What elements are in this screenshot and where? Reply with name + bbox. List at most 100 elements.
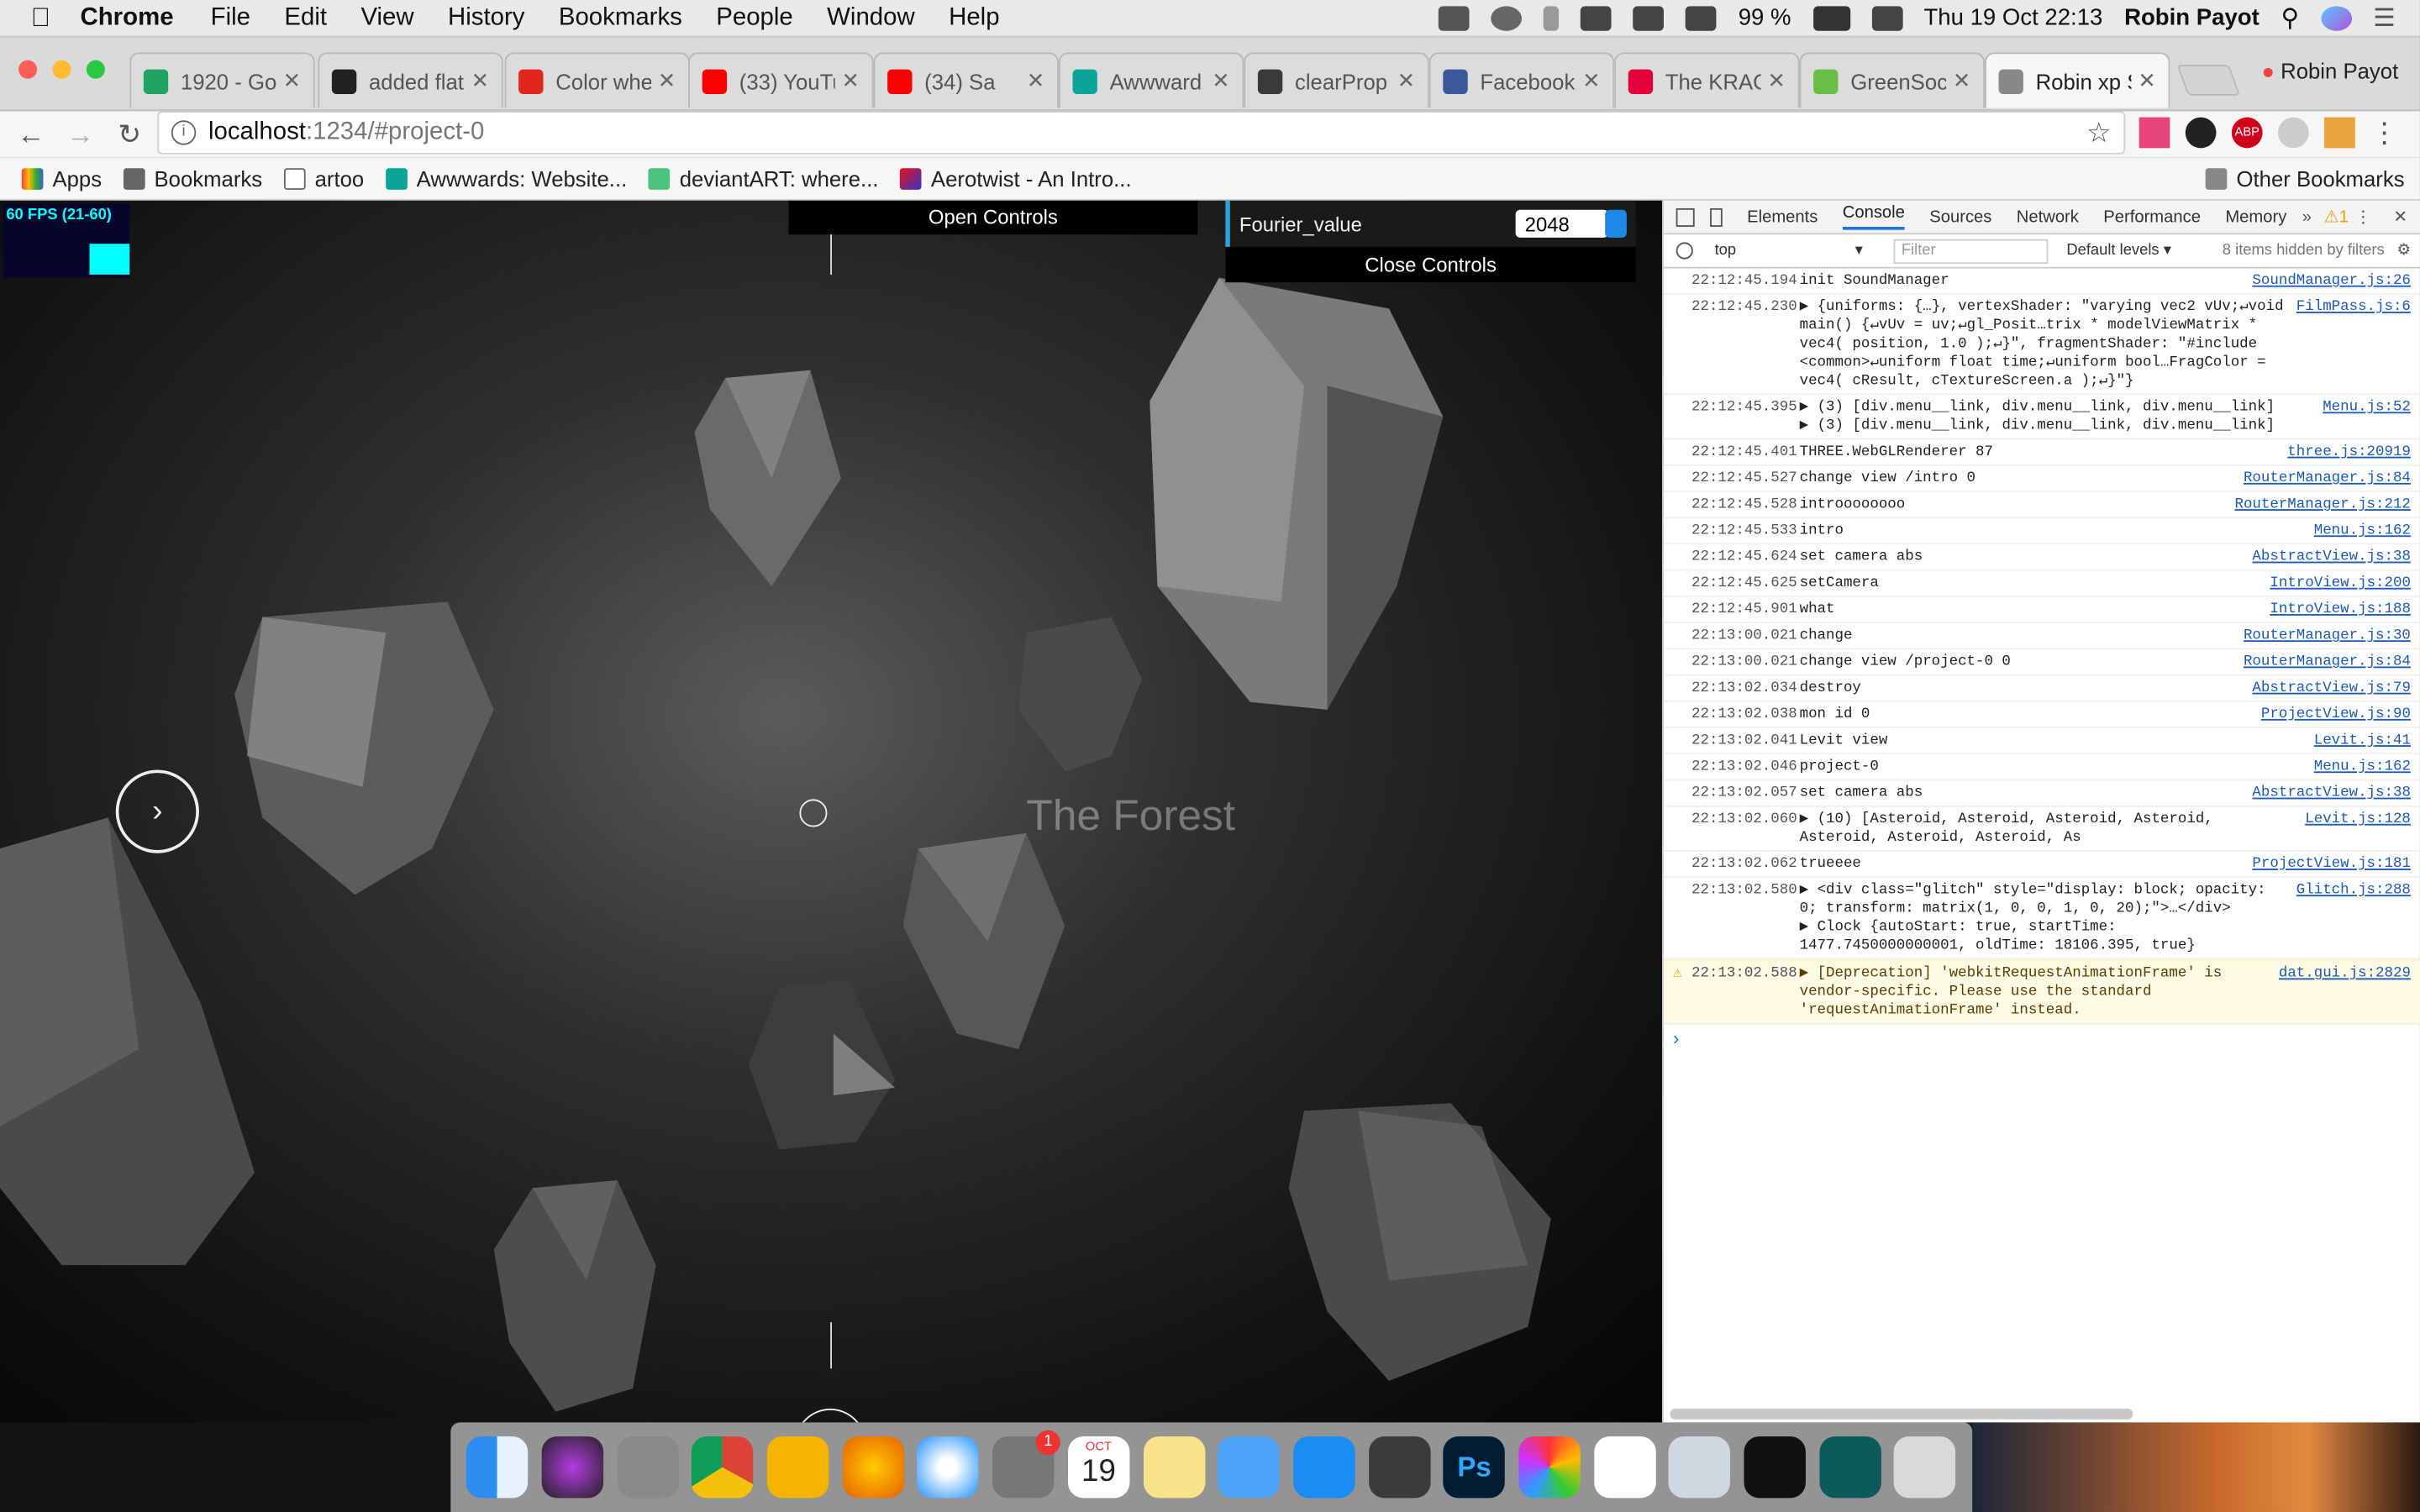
close-tab-icon[interactable]: ✕ [1768, 68, 1786, 94]
fps-stats-panel[interactable]: 60 FPS (21-60) [3, 203, 130, 278]
prev-project-button[interactable]: › [115, 769, 199, 853]
tab-network[interactable]: Network [2017, 207, 2079, 226]
bookmark-aerotwist[interactable]: Aerotwist - An Intro... [900, 165, 1132, 191]
extension-4-icon[interactable] [2324, 117, 2355, 149]
menubar-datetime[interactable]: Thu 19 Oct 22:13 [1923, 5, 2102, 31]
bookmark-artoo[interactable]: artoo [283, 165, 364, 191]
close-tab-icon[interactable]: ✕ [841, 68, 860, 94]
close-devtools-icon[interactable]: ✕ [2393, 207, 2407, 227]
battery-icon[interactable] [1812, 5, 1850, 30]
wifi-icon[interactable] [1581, 5, 1612, 30]
apple-icon[interactable]:  [31, 3, 59, 32]
close-tab-icon[interactable]: ✕ [2138, 68, 2156, 94]
log-source-link[interactable]: SoundManager.js:26 [2252, 271, 2410, 290]
menu-help[interactable]: Help [949, 4, 999, 32]
finder-icon[interactable] [466, 1436, 529, 1499]
system-preferences-icon[interactable]: 1 [992, 1430, 1061, 1499]
log-source-link[interactable]: Menu.js:162 [2314, 758, 2411, 776]
close-window-button[interactable] [18, 60, 38, 79]
trash-icon[interactable] [1894, 1436, 1956, 1499]
log-source-link[interactable]: RouterManager.js:30 [2244, 627, 2411, 645]
preview-icon[interactable] [1669, 1436, 1731, 1499]
close-controls-button[interactable]: Close Controls [1225, 246, 1636, 283]
menu-view[interactable]: View [360, 4, 413, 32]
console-log-line[interactable]: 22:13:02.060 ▶ (10) [Asteroid, Asteroid, … [1663, 807, 2420, 852]
notes-icon[interactable] [1143, 1436, 1205, 1499]
log-source-link[interactable]: RouterManager.js:84 [2244, 653, 2411, 671]
tab-sources[interactable]: Sources [1929, 207, 1991, 226]
siri-menu-icon[interactable] [2320, 5, 2352, 30]
notification-center-icon[interactable]: ☰ [2373, 3, 2395, 34]
console-log-line[interactable]: 22:13:02.041 Levit view Levit.js:41 [1663, 728, 2420, 755]
bookmark-deviantart[interactable]: deviantART: where... [648, 165, 878, 191]
console-log-line[interactable]: 22:12:45.527 change view /intro 0 RouterMa… [1663, 466, 2420, 492]
time-machine-icon[interactable] [1491, 5, 1523, 30]
console-log-line[interactable]: 22:13:02.034 destroy AbstractView.js:79 [1663, 675, 2420, 702]
log-source-link[interactable]: three.js:20919 [2287, 443, 2411, 461]
bluetooth-icon[interactable] [1544, 5, 1560, 30]
clear-console-icon[interactable] [1676, 242, 1693, 260]
back-icon[interactable]: ← [13, 118, 50, 151]
log-source-link[interactable]: dat.gui.js:2829 [2279, 964, 2411, 1020]
log-source-link[interactable]: RouterManager.js:84 [2244, 469, 2411, 487]
menu-file[interactable]: File [211, 4, 250, 32]
close-tab-icon[interactable]: ✕ [1397, 68, 1416, 94]
log-source-link[interactable]: RouterManager.js:212 [2234, 496, 2410, 514]
browser-tab[interactable]: 1920 - Go ✕ [129, 52, 315, 108]
close-tab-icon[interactable]: ✕ [283, 68, 302, 94]
menubar-user[interactable]: Robin Payot [2124, 5, 2260, 31]
airplay-icon[interactable] [1633, 5, 1665, 30]
inspect-element-icon[interactable] [1676, 207, 1695, 227]
terminal-icon[interactable] [1744, 1436, 1806, 1499]
console-log-line[interactable]: 22:13:02.580 ▶ <div class="glitch" style=… [1663, 878, 2420, 960]
browser-tab[interactable]: Facebook ✕ [1428, 52, 1615, 108]
launchpad-icon[interactable] [617, 1436, 679, 1499]
close-tab-icon[interactable]: ✕ [1027, 68, 1045, 94]
console-log-line[interactable]: 22:12:45.395 ▶ (3) [div.menu__link, div.m… [1663, 395, 2420, 440]
photoshop-icon[interactable]: Ps [1443, 1436, 1506, 1499]
new-tab-button[interactable] [2176, 65, 2241, 96]
console-log-line[interactable]: 22:12:45.194 init SoundManager SoundManage… [1663, 269, 2420, 295]
safari-icon[interactable] [917, 1436, 980, 1499]
chrome-canary-icon[interactable] [767, 1436, 829, 1499]
bookmark-apps[interactable]: Apps [21, 165, 102, 191]
browser-tab[interactable]: Robin xp S ✕ [1984, 52, 2170, 108]
horizontal-scrollbar[interactable] [1670, 1408, 2133, 1420]
photos-icon[interactable] [1518, 1436, 1581, 1499]
select-arrows-icon[interactable] [1605, 209, 1627, 238]
tab-elements[interactable]: Elements [1747, 207, 1818, 226]
console-log-line[interactable]: 22:13:02.038 mon id 0 ProjectView.js:90 [1663, 702, 2420, 728]
log-source-link[interactable]: Glitch.js:288 [2296, 881, 2411, 955]
extension-2-icon[interactable] [2185, 117, 2217, 149]
fourier-value-select[interactable]: 2048 [1515, 209, 1608, 238]
close-tab-icon[interactable]: ✕ [1582, 68, 1601, 94]
bookmark-star-icon[interactable]: ☆ [2086, 117, 2112, 150]
browser-tab[interactable]: Awwward ✕ [1058, 52, 1244, 108]
device-toolbar-icon[interactable] [1710, 207, 1723, 227]
log-source-link[interactable]: IntroView.js:200 [2270, 574, 2411, 592]
webgl-canvas[interactable]: 60 FPS (21-60) Open Controls Fourier_val… [0, 200, 1663, 1423]
console-log-line[interactable]: 22:13:02.046 project-0 Menu.js:162 [1663, 754, 2420, 781]
log-source-link[interactable]: FilmPass.js:6 [2296, 297, 2411, 390]
firefox-icon[interactable] [842, 1436, 904, 1499]
console-log-line[interactable]: 22:12:45.901 what IntroView.js:188 [1663, 597, 2420, 624]
log-source-link[interactable]: ProjectView.js:181 [2252, 855, 2410, 874]
console-log-line[interactable]: 22:13:02.062 trueeee ProjectView.js:181 [1663, 852, 2420, 879]
adblock-icon[interactable]: ABP [2231, 117, 2263, 149]
console-log-line[interactable]: 22:12:45.230 ▶ {uniforms: {…}, vertexShad… [1663, 295, 2420, 396]
dropbox-icon[interactable] [1439, 5, 1470, 30]
close-tab-icon[interactable]: ✕ [658, 68, 676, 94]
console-prompt[interactable]: › [1664, 1025, 2420, 1053]
console-log-line[interactable]: 22:12:45.533 intro Menu.js:162 [1663, 518, 2420, 545]
close-tab-icon[interactable]: ✕ [1212, 68, 1230, 94]
chrome-menu-icon[interactable]: ⋮ [2370, 118, 2398, 150]
log-source-link[interactable]: AbstractView.js:79 [2252, 679, 2410, 697]
menu-window[interactable]: Window [827, 4, 915, 32]
devtools-menu-icon[interactable]: ⋮ [2354, 207, 2371, 227]
extension-3-icon[interactable] [2277, 117, 2309, 149]
sublime-icon[interactable] [1368, 1436, 1430, 1499]
log-source-link[interactable]: Levit.js:128 [2305, 810, 2411, 847]
open-controls-button[interactable]: Open Controls [788, 200, 1198, 235]
console-log-line[interactable]: 22:12:45.401 THREE.WebGLRenderer 87 three.… [1663, 439, 2420, 466]
calendar-icon[interactable]: OCT 19 [1067, 1436, 1130, 1499]
